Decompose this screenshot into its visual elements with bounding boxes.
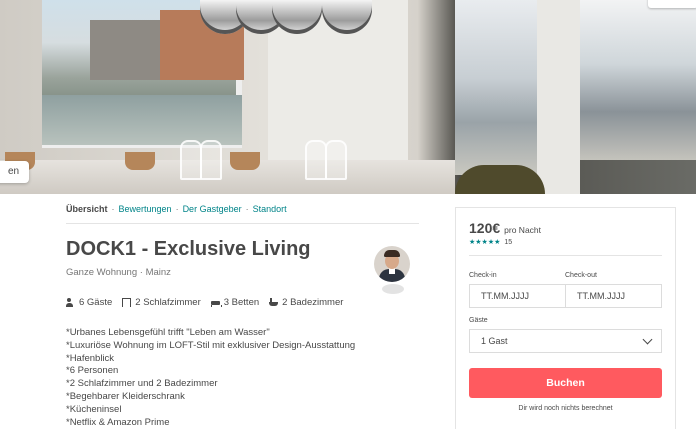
amenity-bedrooms: 2 Schlafzimmer	[122, 297, 201, 308]
book-button[interactable]: Buchen	[469, 368, 662, 398]
description-line: *Urbanes Lebensgefühl trifft "Leben am W…	[66, 327, 270, 338]
guests-icon	[66, 298, 75, 307]
host-avatar[interactable]	[374, 246, 410, 282]
guests-value: 1 Gast	[481, 336, 508, 346]
photo-candle	[230, 152, 260, 170]
listing-photo[interactable]	[0, 0, 696, 194]
photo-glass	[325, 140, 347, 180]
bedroom-icon	[122, 298, 132, 307]
photo-candle	[125, 152, 155, 170]
avatar-hair	[384, 250, 400, 257]
guests-select[interactable]: 1 Gast	[469, 329, 662, 353]
section-nav: Übersicht · Bewertungen · Der Gastgeber …	[66, 204, 287, 214]
nightly-price: 120€	[469, 220, 501, 236]
tab-overview[interactable]: Übersicht	[66, 204, 108, 214]
amenity-beds: 3 Betten	[210, 297, 260, 308]
tab-reviews[interactable]: Bewertungen	[119, 204, 172, 214]
listing-title: DOCK1 - Exclusive Living	[66, 238, 311, 260]
photo-window-far-right	[580, 0, 696, 160]
star-rating-icon: ★★★★★	[469, 239, 501, 246]
amenity-label: 2 Schlafzimmer	[135, 297, 201, 308]
listing-description: *Urbanes Lebensgefühl trifft "Leben am W…	[66, 327, 355, 429]
no-charge-note: Dir wird noch nichts berechnet	[518, 405, 613, 412]
description-line: *Netflix & Amazon Prime	[66, 416, 170, 428]
photo-glass	[180, 140, 202, 180]
photo-glass	[200, 140, 222, 180]
tab-location[interactable]: Standort	[253, 204, 287, 214]
photo-badge-button[interactable]: en	[0, 161, 30, 183]
price-unit: pro Nacht	[504, 225, 542, 235]
divider	[66, 223, 419, 224]
divider	[469, 255, 662, 256]
description-line: *Kücheninsel	[66, 403, 122, 415]
photo-window-right	[455, 0, 537, 175]
description-line: *2 Schlafzimmer und 2 Badezimmer	[66, 378, 218, 390]
bed-icon	[210, 298, 222, 307]
booking-card: 120€ pro Nacht ★★★★★ 15 Check-in Check-o…	[455, 207, 676, 429]
amenity-label: 2 Badezimmer	[282, 297, 344, 308]
description-line: *Luxuriöse Wohnung im LOFT-Stil mit exkl…	[66, 339, 356, 351]
nav-separator: ·	[245, 204, 249, 214]
photo-harbor-water	[42, 95, 242, 145]
photo-window-sill	[0, 160, 455, 194]
listing-subtitle: Ganze Wohnung · Mainz	[66, 267, 171, 278]
nav-separator: ·	[175, 204, 179, 214]
nav-separator: ·	[111, 204, 115, 214]
photo-top-button[interactable]	[648, 0, 696, 8]
checkout-field[interactable]: TT.MM.JJJJ	[565, 284, 662, 308]
review-count: 15	[504, 238, 513, 246]
chevron-down-icon	[642, 334, 653, 345]
photo-glass	[305, 140, 327, 180]
bathroom-icon	[269, 298, 279, 307]
photo-window-frame	[537, 0, 580, 194]
amenity-label: 6 Gäste	[79, 297, 113, 308]
description-line: *Begehbarer Kleiderschrank	[66, 390, 185, 402]
amenity-bathrooms: 2 Badezimmer	[269, 297, 343, 308]
description-line: *Hafenblick	[66, 352, 115, 364]
checkout-label: Check-out	[565, 272, 597, 279]
photo-plants	[455, 165, 545, 194]
checkin-field[interactable]: TT.MM.JJJJ	[469, 284, 566, 308]
host-badge	[382, 284, 404, 294]
photo-building	[90, 20, 160, 80]
guests-label: Gäste	[469, 317, 488, 324]
amenity-label: 3 Betten	[223, 297, 260, 308]
amenities-row: 6 Gäste 2 Schlafzimmer 3 Betten 2 Badezi…	[66, 297, 353, 308]
checkin-label: Check-in	[469, 272, 497, 279]
description-line: *6 Personen	[66, 365, 119, 377]
tab-host[interactable]: Der Gastgeber	[183, 204, 242, 214]
amenity-guests: 6 Gäste	[66, 297, 112, 308]
rating[interactable]: ★★★★★ 15	[469, 238, 513, 247]
price-line: 120€ pro Nacht	[469, 220, 541, 236]
